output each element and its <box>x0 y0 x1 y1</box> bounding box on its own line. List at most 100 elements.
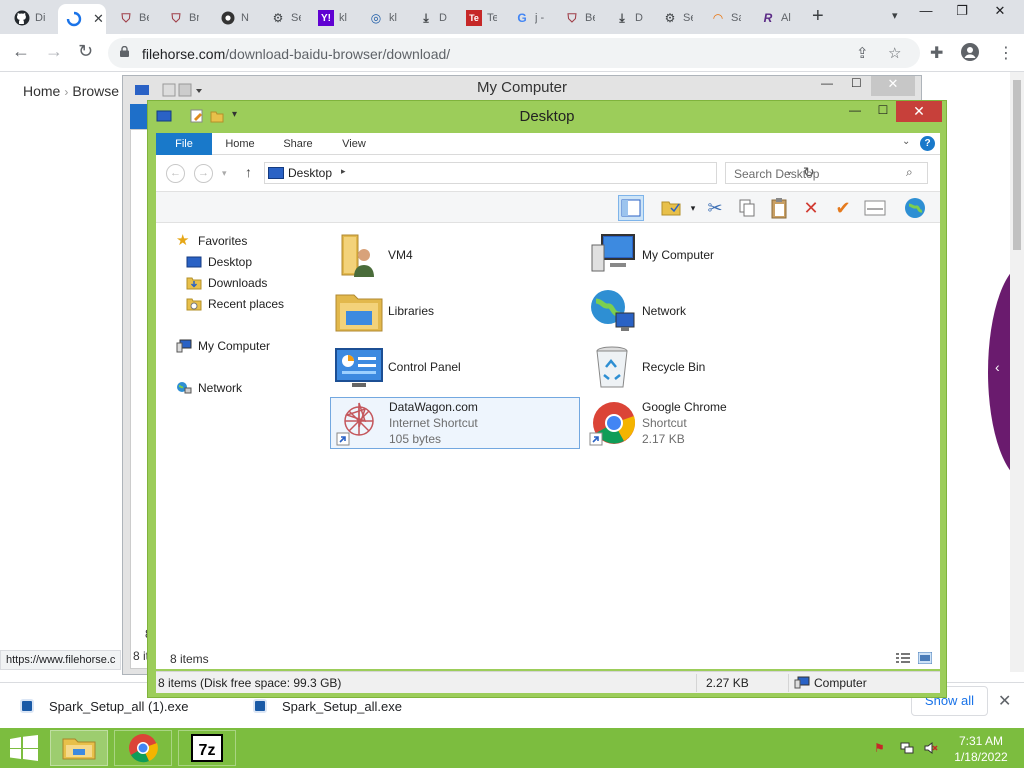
delete-icon[interactable]: ✕ <box>798 195 824 221</box>
tab-search-chevron-icon[interactable]: ▾ <box>892 9 898 22</box>
up-arrow-icon[interactable]: ↑ <box>245 164 252 180</box>
location-bar[interactable]: Desktop ▸ ⌄ ↻ <box>264 162 815 184</box>
nav-downloads[interactable]: Downloads <box>186 276 267 290</box>
lock-icon <box>120 46 129 57</box>
large-icons-view-icon[interactable] <box>918 652 932 664</box>
bookmark-star-icon[interactable]: ☆ <box>888 44 901 62</box>
network-globe-icon[interactable] <box>902 195 928 221</box>
status-divider <box>788 674 789 692</box>
file-item-control-panel[interactable]: Control Panel <box>330 341 580 393</box>
download-filename: Spark_Setup_all.exe <box>282 698 402 714</box>
nav-favorites[interactable]: ★ Favorites <box>176 233 247 248</box>
properties-icon[interactable] <box>862 195 888 221</box>
action-center-flag-icon[interactable]: ⚑ <box>874 741 888 755</box>
location-text[interactable]: Desktop <box>288 166 332 180</box>
expand-ribbon-chevron-icon[interactable]: ⌄ <box>902 136 910 147</box>
file-item-datawagon[interactable]: DataWagon.com Internet Shortcut 105 byte… <box>330 397 580 449</box>
tab-item[interactable]: R Al <box>752 4 800 32</box>
tab-item[interactable]: ⚙ Se <box>262 4 310 32</box>
tab-item[interactable]: ◎ kl <box>360 4 408 32</box>
tab-item[interactable]: ⛉ Br <box>160 4 208 32</box>
tab-view[interactable]: View <box>330 133 378 155</box>
file-item-google-chrome[interactable]: Google Chrome Shortcut 2.17 KB <box>584 397 834 449</box>
page-scrollbar[interactable] <box>1010 72 1024 672</box>
file-item-libraries[interactable]: Libraries <box>330 285 580 337</box>
maximize-button[interactable]: ☐ <box>851 76 862 90</box>
address-bar[interactable]: filehorse.com/download-baidu-browser/dow… <box>108 38 920 68</box>
back-button[interactable]: ← <box>12 41 30 62</box>
breadcrumb-home-link[interactable]: Home <box>23 83 60 99</box>
tab-active[interactable]: ✕ <box>58 4 106 34</box>
minimize-button[interactable]: — <box>906 3 946 18</box>
search-icon[interactable]: ⌕ <box>906 165 913 180</box>
back-arrow-icon[interactable]: ← <box>166 164 185 183</box>
tab-item[interactable]: G j - <box>506 4 554 32</box>
tab-item[interactable]: Te Te <box>458 4 506 32</box>
checkmark-icon[interactable]: ✔ <box>830 195 856 221</box>
reload-button[interactable]: ↻ <box>78 41 93 62</box>
taskbar-chrome[interactable] <box>114 730 172 766</box>
maximize-button[interactable]: ☐ <box>870 103 896 123</box>
tab-item[interactable]: ◠ Sa <box>702 4 750 32</box>
network-tray-icon[interactable] <box>900 741 914 755</box>
menu-kebab-icon[interactable]: ⋮ <box>998 43 1014 63</box>
minimize-button[interactable]: — <box>842 103 868 123</box>
new-tab-button[interactable]: + <box>812 5 824 28</box>
profile-avatar-icon[interactable] <box>961 43 979 66</box>
carousel-prev-icon[interactable]: ‹ <box>995 359 1000 375</box>
file-item-vm4[interactable]: VM4 <box>330 229 580 281</box>
close-tab-icon[interactable]: ✕ <box>93 11 104 27</box>
tab-label: Sa <box>731 12 741 24</box>
preview-pane-icon[interactable] <box>618 195 644 221</box>
windows-start-icon[interactable] <box>8 735 40 761</box>
breadcrumb-browsers-link[interactable]: Browse <box>72 83 119 99</box>
taskbar-7zip[interactable]: 7z <box>178 730 236 766</box>
restore-button[interactable]: ❐ <box>942 3 982 19</box>
copy-icon[interactable] <box>734 195 760 221</box>
file-item-my-computer[interactable]: My Computer <box>584 229 834 281</box>
scrollbar-thumb[interactable] <box>1013 80 1021 250</box>
tab-item[interactable]: ⛉ Be <box>110 4 158 32</box>
minimize-button[interactable]: — <box>821 76 833 90</box>
taskbar-file-explorer[interactable] <box>50 730 108 766</box>
desktop-explorer-window[interactable]: ▾ Desktop — ☐ ✕ File Home Share View ⌄ ?… <box>147 100 947 698</box>
system-clock[interactable]: 7:31 AM 1/18/2022 <box>950 733 1012 765</box>
tab-item[interactable]: N <box>212 4 260 32</box>
close-button[interactable]: ✕ <box>896 101 942 122</box>
file-item-network[interactable]: Network <box>584 285 834 337</box>
download-icon: ⤓ <box>423 10 429 25</box>
nav-recent-places[interactable]: Recent places <box>186 297 284 311</box>
close-window-button[interactable]: ✕ <box>980 3 1020 19</box>
tab-github[interactable]: Di <box>6 4 54 32</box>
breadcrumb-arrow-icon[interactable]: ▸ <box>341 166 346 177</box>
help-icon[interactable]: ? <box>920 136 935 151</box>
tab-item[interactable]: ⤓ D <box>410 4 458 32</box>
share-icon[interactable]: ⇪ <box>856 44 869 62</box>
volume-muted-icon[interactable] <box>924 741 938 755</box>
tab-home[interactable]: Home <box>216 133 264 155</box>
tab-item[interactable]: Y! kl <box>310 4 358 32</box>
paste-icon[interactable] <box>766 195 792 221</box>
details-view-icon[interactable] <box>896 652 910 664</box>
tab-item[interactable]: ⤓ D <box>606 4 654 32</box>
tab-share[interactable]: Share <box>274 133 322 155</box>
tab-item[interactable]: ⛉ Be <box>556 4 604 32</box>
tab-label: Al <box>781 12 791 24</box>
close-shelf-icon[interactable]: ✕ <box>998 691 1011 711</box>
nav-network[interactable]: Network <box>176 381 242 395</box>
close-button[interactable]: ✕ <box>871 76 915 96</box>
search-input[interactable]: Search Desktop ⌕ <box>725 162 928 184</box>
forward-arrow-icon[interactable]: → <box>194 164 213 183</box>
download-filename: Spark_Setup_all (1).exe <box>49 698 189 714</box>
title-bar[interactable]: ▾ Desktop — ☐ ✕ <box>148 101 946 131</box>
tab-item[interactable]: ⚙ Se <box>654 4 702 32</box>
forward-button[interactable]: → <box>45 41 63 62</box>
nav-desktop[interactable]: Desktop <box>186 255 252 269</box>
nav-my-computer[interactable]: My Computer <box>176 339 270 353</box>
extensions-puzzle-icon[interactable]: ✚ <box>930 43 943 63</box>
file-item-recycle-bin[interactable]: Recycle Bin <box>584 341 834 393</box>
recent-locations-chevron-icon[interactable]: ▾ <box>222 168 227 179</box>
cut-icon[interactable]: ✂ <box>702 195 728 221</box>
recent-places-icon <box>186 297 202 311</box>
tab-file[interactable]: File <box>156 133 212 155</box>
